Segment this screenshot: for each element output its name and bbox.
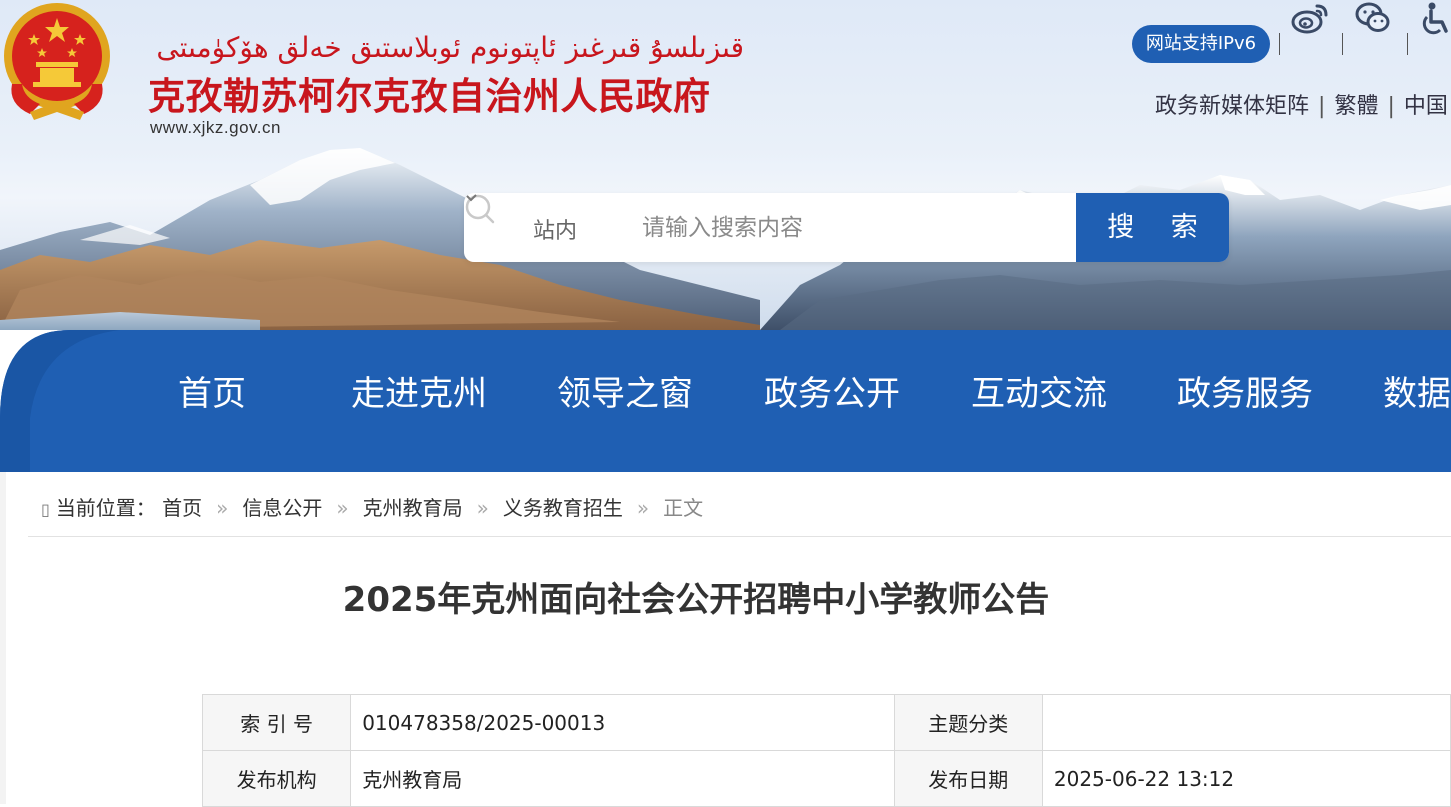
nav-government-affairs[interactable]: 政务公开 xyxy=(764,366,900,415)
table-row: 索 引 号 010478358/2025-00013 主题分类 xyxy=(201,694,1451,751)
accessibility-icon[interactable] xyxy=(1418,0,1451,36)
new-media-link[interactable]: 政务新媒体矩阵 xyxy=(1155,94,1309,119)
chevron-right-icon: » xyxy=(336,496,349,520)
nav-about-kezhou[interactable]: 走进克州 xyxy=(351,366,487,415)
nav-home[interactable]: 首页 xyxy=(178,366,246,415)
chevron-right-icon: » xyxy=(476,496,489,520)
breadcrumb-item[interactable]: 信息公开 xyxy=(242,496,322,520)
site-url: www.xjkz.gov.cn xyxy=(150,118,281,137)
content-area: ▯ 当前位置： 首页 » 信息公开 » 克州教育局 » 义务教育招生 » 正文 2025年克州面向… xyxy=(0,472,1451,807)
nav-leadership[interactable]: 领导之窗 xyxy=(557,366,693,415)
breadcrumb-item[interactable]: 义务教育招生 xyxy=(503,496,623,520)
breadcrumb-current: 正文 xyxy=(663,496,704,520)
divider: | xyxy=(1387,94,1395,119)
chevron-right-icon: » xyxy=(216,496,229,520)
meta-key-category: 主题分类 xyxy=(893,694,1043,751)
article-panel: ▯ 当前位置： 首页 » 信息公开 » 克州教育局 » 义务教育招生 » 正文 2025年克州面向… xyxy=(6,472,1451,807)
chevron-right-icon: » xyxy=(636,496,650,520)
china-link[interactable]: 中国 xyxy=(1404,94,1448,119)
wechat-icon[interactable] xyxy=(1354,0,1392,36)
nav-interaction[interactable]: 互动交流 xyxy=(971,366,1107,415)
main-nav: 首页 走进克州 领导之窗 政务公开 互动交流 政务服务 数据 xyxy=(0,300,1451,474)
meta-key-publisher: 发布机构 xyxy=(201,750,352,807)
search-bar: 站内 搜 索 xyxy=(464,193,1229,262)
meta-value-category xyxy=(1041,694,1451,751)
top-links: 政务新媒体矩阵 | 繁體 | 中国 xyxy=(1155,88,1448,120)
divider xyxy=(1279,33,1280,55)
meta-value-publisher: 克州教育局 xyxy=(350,750,895,807)
site-title-uyghur: قىزىلسۇ قىرغىز ئاپتونوم ئوبلاستىق خەلق ھ… xyxy=(156,31,744,64)
divider xyxy=(1407,33,1408,55)
search-input[interactable] xyxy=(640,205,1074,251)
location-icon: ▯ xyxy=(41,500,50,519)
chevron-down-icon[interactable] xyxy=(464,193,478,203)
search-button[interactable]: 搜 索 xyxy=(1076,193,1229,262)
article-title: 2025年克州面向社会公开招聘中小学教师公告 xyxy=(342,580,1050,620)
traditional-chinese-link[interactable]: 繁體 xyxy=(1334,94,1378,119)
table-row: 发布机构 克州教育局 发布日期 2025-06-22 13:12 xyxy=(201,750,1451,807)
breadcrumb-item[interactable]: 首页 xyxy=(162,496,202,520)
meta-key-index: 索 引 号 xyxy=(201,694,352,751)
nav-services[interactable]: 政务服务 xyxy=(1177,366,1313,415)
ipv6-badge[interactable]: 网站支持IPv6 xyxy=(1132,25,1270,63)
search-scope-select[interactable]: 站内 xyxy=(533,213,577,245)
divider xyxy=(1342,33,1343,55)
article-meta-table: 索 引 号 010478358/2025-00013 主题分类 发布机构 克州教… xyxy=(201,694,1451,807)
divider xyxy=(28,536,1451,537)
meta-key-date: 发布日期 xyxy=(893,750,1043,807)
divider: | xyxy=(1318,94,1326,119)
breadcrumb-prefix: 当前位置： xyxy=(55,496,156,520)
breadcrumb-item[interactable]: 克州教育局 xyxy=(363,496,463,520)
meta-value-date: 2025-06-22 13:12 xyxy=(1041,750,1451,807)
national-emblem-icon xyxy=(4,3,110,120)
weibo-icon[interactable] xyxy=(1291,0,1329,36)
header-banner: قىزىلسۇ قىرغىز ئاپتونوم ئوبلاستىق خەلق ھ… xyxy=(0,0,1451,330)
breadcrumb: ▯ 当前位置： 首页 » 信息公开 » 克州教育局 » 义务教育招生 » 正文 xyxy=(41,492,703,521)
meta-value-index: 010478358/2025-00013 xyxy=(350,694,895,751)
nav-data[interactable]: 数据 xyxy=(1383,366,1451,415)
site-title[interactable]: 克孜勒苏柯尔克孜自治州人民政府 xyxy=(148,74,711,120)
